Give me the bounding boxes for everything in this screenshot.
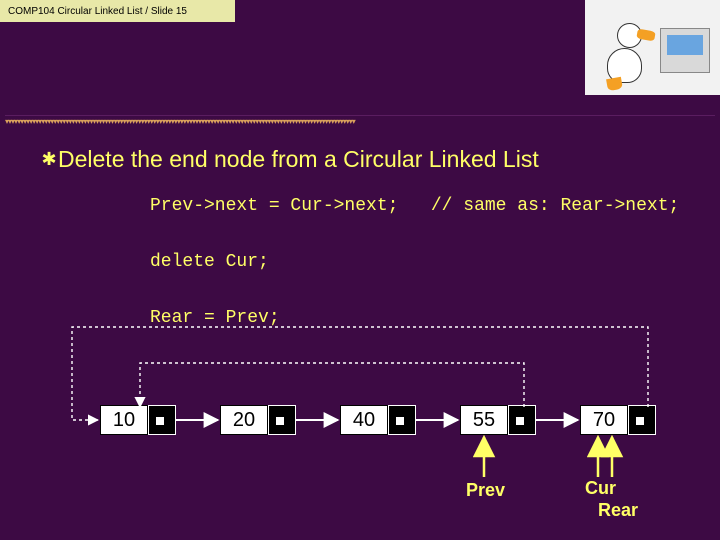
cur-label: Cur xyxy=(585,478,616,499)
code-comment: // same as: Rear->next; xyxy=(431,196,679,216)
divider-ornament xyxy=(5,117,715,125)
slide-header: COMP104 Circular Linked List / Slide 15 xyxy=(0,0,235,22)
code-block: Prev->next = Cur->next; // same as: Rear… xyxy=(150,193,679,332)
slide: COMP104 Circular Linked List / Slide 15 … xyxy=(0,0,720,540)
corner-illustration xyxy=(585,0,720,95)
slide-title: ✱Delete the end node from a Circular Lin… xyxy=(40,146,539,173)
code-line-1a: Prev->next = Cur->next; xyxy=(150,196,398,216)
code-line-2: delete Cur; xyxy=(150,252,269,272)
rear-label: Rear xyxy=(598,500,638,521)
duck-icon xyxy=(597,8,657,88)
header-text: COMP104 Circular Linked List / Slide 15 xyxy=(8,6,187,17)
title-word: Delete xyxy=(58,146,124,172)
title-rest: the end node from a Circular Linked List xyxy=(124,146,538,172)
bullet-star-icon: ✱ xyxy=(40,149,58,170)
prev-label: Prev xyxy=(466,480,505,501)
computer-icon xyxy=(660,28,710,73)
divider-line xyxy=(5,115,715,116)
